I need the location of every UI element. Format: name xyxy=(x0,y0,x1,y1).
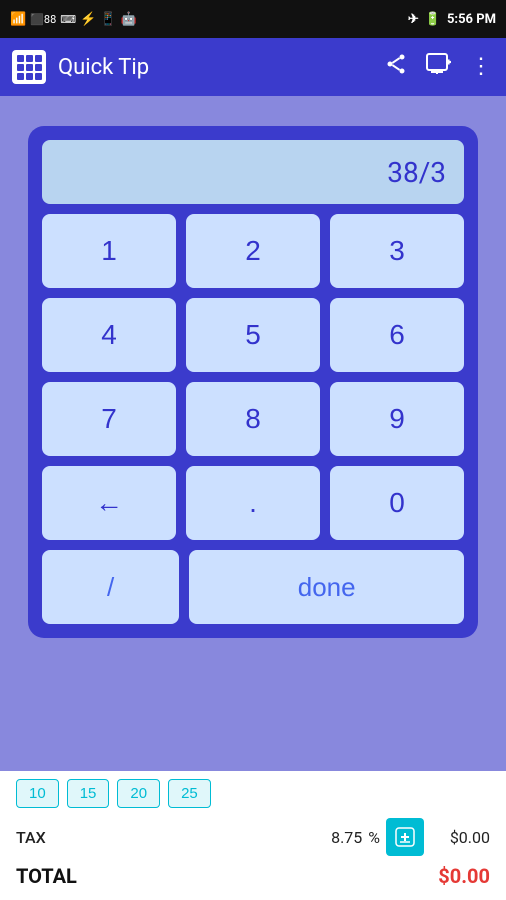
calc-display: 38/3 xyxy=(42,140,464,204)
tax-amount: $0.00 xyxy=(430,828,490,847)
status-bar: 📶 ⬛88 ⌨ ⚡ 📱 🤖 ✈ 🔋 5:56 PM xyxy=(0,0,506,38)
time-display: 5:56 PM xyxy=(447,12,496,27)
display-value: 38/3 xyxy=(387,156,446,189)
key-decimal[interactable]: . xyxy=(186,466,320,540)
bottom-row: / done xyxy=(42,550,464,624)
tip-btn-10[interactable]: 10 xyxy=(16,779,59,808)
key-divide[interactable]: / xyxy=(42,550,179,624)
tax-label: TAX xyxy=(16,828,66,847)
usb-icon: ⚡ xyxy=(80,12,96,27)
key-0[interactable]: 0 xyxy=(330,466,464,540)
calculator-panel: 38/3 1 2 3 4 5 6 7 8 9 ← . 0 / done xyxy=(28,126,478,638)
tip-btn-25[interactable]: 25 xyxy=(168,779,211,808)
dev-icon: ⌨ xyxy=(60,13,76,26)
airplane-icon: ✈ xyxy=(408,12,419,27)
app-bar-actions: ⋮ xyxy=(384,52,494,82)
edit-tax-button[interactable] xyxy=(386,818,424,856)
battery-charging-icon: ⬛88 xyxy=(30,13,56,26)
tax-value: 8.75 xyxy=(72,828,362,847)
key-7[interactable]: 7 xyxy=(42,382,176,456)
done-button[interactable]: done xyxy=(189,550,464,624)
status-left: 📶 ⬛88 ⌨ ⚡ 📱 🤖 xyxy=(10,12,137,27)
key-9[interactable]: 9 xyxy=(330,382,464,456)
tax-percent-sign: % xyxy=(368,828,380,847)
key-5[interactable]: 5 xyxy=(186,298,320,372)
total-amount: $0.00 xyxy=(438,864,490,888)
tip-btn-20[interactable]: 20 xyxy=(117,779,160,808)
app-bar: Quick Tip ⋮ xyxy=(0,38,506,96)
key-backspace[interactable]: ← xyxy=(42,466,176,540)
total-label: TOTAL xyxy=(16,864,77,888)
key-2[interactable]: 2 xyxy=(186,214,320,288)
key-1[interactable]: 1 xyxy=(42,214,176,288)
tip-btn-15[interactable]: 15 xyxy=(67,779,110,808)
add-screen-icon[interactable] xyxy=(426,52,452,82)
android-icon: 🤖 xyxy=(121,12,137,27)
app-title: Quick Tip xyxy=(58,55,372,80)
tax-row: TAX 8.75 % $0.00 xyxy=(16,818,490,856)
key-3[interactable]: 3 xyxy=(330,214,464,288)
status-right: ✈ 🔋 5:56 PM xyxy=(408,12,496,27)
key-6[interactable]: 6 xyxy=(330,298,464,372)
app-icon xyxy=(12,50,46,84)
key-8[interactable]: 8 xyxy=(186,382,320,456)
more-menu-icon[interactable]: ⋮ xyxy=(470,56,494,78)
total-row: TOTAL $0.00 xyxy=(16,864,490,888)
calculator-grid-icon xyxy=(17,55,42,80)
key-4[interactable]: 4 xyxy=(42,298,176,372)
battery-icon: 🔋 xyxy=(425,12,441,27)
main-content: 38/3 1 2 3 4 5 6 7 8 9 ← . 0 / done 10 1… xyxy=(0,96,506,900)
signal-icon: 📶 xyxy=(10,12,26,27)
tip-buttons-row: 10 15 20 25 xyxy=(16,779,490,808)
share-icon[interactable] xyxy=(384,52,408,82)
bottom-sheet: 10 15 20 25 TAX 8.75 % $0.00 TOTAL $0. xyxy=(0,771,506,900)
phone-icon: 📱 xyxy=(100,12,116,27)
keypad-grid: 1 2 3 4 5 6 7 8 9 ← . 0 xyxy=(42,214,464,540)
